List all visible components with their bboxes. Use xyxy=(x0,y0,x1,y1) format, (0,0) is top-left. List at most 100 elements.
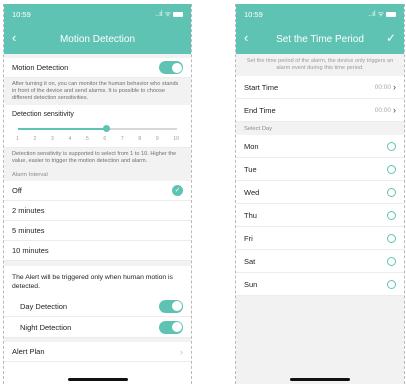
content: Set the time period of the alarm, the de… xyxy=(236,54,404,384)
day-label: Tue xyxy=(244,164,257,174)
page-title: Set the Time Period xyxy=(276,33,364,45)
alarm-interval-option-label: 5 minutes xyxy=(12,226,45,235)
alarm-interval-option-label: Off xyxy=(12,186,22,195)
sensitivity-tick: 8 xyxy=(138,136,142,142)
status-bar: 10:59 ..ıl ᯤ xyxy=(236,4,404,24)
alert-plan-row[interactable]: Alert Plan › xyxy=(4,342,191,362)
sensitivity-note: Detection sensitivity is supported to se… xyxy=(4,148,191,168)
battery-icon xyxy=(173,11,183,17)
end-time-row[interactable]: End Time 00:00 › xyxy=(236,99,404,122)
back-icon[interactable]: ‹ xyxy=(244,31,248,45)
page-title: Motion Detection xyxy=(59,33,136,45)
home-indicator xyxy=(67,378,128,381)
slider-knob[interactable] xyxy=(102,125,110,132)
sensitivity-slider[interactable] xyxy=(18,125,177,133)
wifi-icon: ᯤ xyxy=(164,10,171,18)
nav-bar: ‹ Set the Time Period ✓ xyxy=(236,24,404,54)
sensitivity-tick: 1 xyxy=(16,136,19,142)
slider-fill xyxy=(18,128,107,130)
day-row[interactable]: Sun xyxy=(236,273,404,296)
alarm-interval-option[interactable]: 2 minutes xyxy=(4,201,191,221)
alarm-interval-option[interactable]: 5 minutes xyxy=(4,221,191,241)
status-time: 10:59 xyxy=(244,9,263,19)
chevron-right-icon: › xyxy=(180,346,183,357)
motion-detection-screen: 10:59 ..ıl ᯤ ‹ Motion Detection Motion D… xyxy=(3,4,192,384)
day-radio-icon[interactable] xyxy=(387,256,396,266)
day-row[interactable]: Thu xyxy=(236,204,404,227)
home-indicator xyxy=(290,378,350,381)
sensitivity-tick: 10 xyxy=(173,136,179,142)
nav-bar: ‹ Motion Detection xyxy=(4,24,191,54)
day-row[interactable]: Tue xyxy=(236,158,404,181)
sensitivity-ticks: 1 2 3 4 5 6 7 8 9 10 xyxy=(12,136,183,142)
sensitivity-tick: 5 xyxy=(85,136,89,142)
night-detection-toggle[interactable] xyxy=(159,320,183,334)
signal-icon: ..ıl xyxy=(368,10,376,18)
sensitivity-card: Detection sensitivity 1 2 3 4 5 6 7 8 9 10 xyxy=(4,105,191,148)
chevron-right-icon: › xyxy=(393,82,396,92)
alarm-interval-option[interactable]: 10 minutes xyxy=(4,241,191,261)
header: 10:59 ..ıl ᯤ ‹ Set the Time Period ✓ xyxy=(236,4,404,54)
status-icons: ..ıl ᯤ xyxy=(368,10,396,19)
day-row[interactable]: Sat xyxy=(236,250,404,273)
wifi-icon: ᯤ xyxy=(377,10,384,18)
motion-note: After turning it on, you can monitor the… xyxy=(4,78,191,105)
sensitivity-tick: 7 xyxy=(120,136,124,142)
check-icon: ✓ xyxy=(172,185,183,196)
screenshot-stage: 10:59 ..ıl ᯤ ‹ Motion Detection Motion D… xyxy=(0,0,406,385)
sensitivity-tick: 4 xyxy=(68,136,72,142)
day-label: Fri xyxy=(244,233,253,243)
day-detection-row: Day Detection xyxy=(4,296,191,317)
alarm-interval-option-label: 2 minutes xyxy=(12,206,45,215)
day-label: Mon xyxy=(244,141,259,151)
day-list: Mon Tue Wed Thu Fri Sat Sun xyxy=(236,135,404,296)
select-day-label: Select Day xyxy=(236,122,404,135)
day-radio-icon[interactable] xyxy=(387,233,396,243)
day-row[interactable]: Mon xyxy=(236,135,404,158)
time-period-screen: 10:59 ..ıl ᯤ ‹ Set the Time Period ✓ Set… xyxy=(235,4,405,384)
day-detection-toggle[interactable] xyxy=(159,299,183,313)
day-detection-label: Day Detection xyxy=(20,301,68,311)
end-time-value: 00:00 xyxy=(374,106,391,114)
status-time: 10:59 xyxy=(12,9,31,19)
sensitivity-tick: 2 xyxy=(33,136,37,142)
sensitivity-tick: 9 xyxy=(155,136,159,142)
day-label: Thu xyxy=(244,210,257,220)
day-radio-icon[interactable] xyxy=(387,279,396,289)
end-time-label: End Time xyxy=(244,105,276,115)
day-radio-icon[interactable] xyxy=(387,164,396,174)
sensitivity-tick: 6 xyxy=(103,136,107,142)
time-period-note: Set the time period of the alarm, the de… xyxy=(236,54,404,76)
alarm-interval-list: Off ✓ 2 minutes 5 minutes 10 minutes xyxy=(4,181,191,261)
alert-plan-label: Alert Plan xyxy=(12,347,45,356)
alarm-interval-option[interactable]: Off ✓ xyxy=(4,181,191,201)
start-time-row[interactable]: Start Time 00:00 › xyxy=(236,76,404,99)
day-row[interactable]: Fri xyxy=(236,227,404,250)
sensitivity-tick: 3 xyxy=(50,136,54,142)
alarm-interval-label: Alarm Interval xyxy=(4,168,191,181)
confirm-check-icon[interactable]: ✓ xyxy=(386,31,396,45)
header: 10:59 ..ıl ᯤ ‹ Motion Detection xyxy=(4,4,191,54)
back-icon[interactable]: ‹ xyxy=(12,31,16,45)
day-radio-icon[interactable] xyxy=(387,210,396,220)
alarm-interval-option-label: 10 minutes xyxy=(12,246,49,255)
motion-detection-label: Motion Detection xyxy=(12,63,69,72)
day-label: Sun xyxy=(244,279,258,289)
start-time-label: Start Time xyxy=(244,82,279,92)
night-detection-label: Night Detection xyxy=(20,322,72,332)
motion-detection-toggle[interactable] xyxy=(159,61,183,74)
day-radio-icon[interactable] xyxy=(387,187,396,197)
day-label: Sat xyxy=(244,256,256,266)
alert-text: The Alert will be triggered only when hu… xyxy=(4,266,191,296)
chevron-right-icon: › xyxy=(393,105,396,115)
status-bar: 10:59 ..ıl ᯤ xyxy=(4,4,191,24)
motion-detection-row: Motion Detection xyxy=(4,58,191,78)
day-radio-icon[interactable] xyxy=(387,141,396,151)
sensitivity-label: Detection sensitivity xyxy=(12,111,74,118)
day-label: Wed xyxy=(244,187,260,197)
signal-icon: ..ıl xyxy=(155,10,163,18)
day-row[interactable]: Wed xyxy=(236,181,404,204)
start-time-value: 00:00 xyxy=(374,83,391,91)
content: Motion Detection After turning it on, yo… xyxy=(4,54,191,362)
battery-icon xyxy=(386,11,396,17)
